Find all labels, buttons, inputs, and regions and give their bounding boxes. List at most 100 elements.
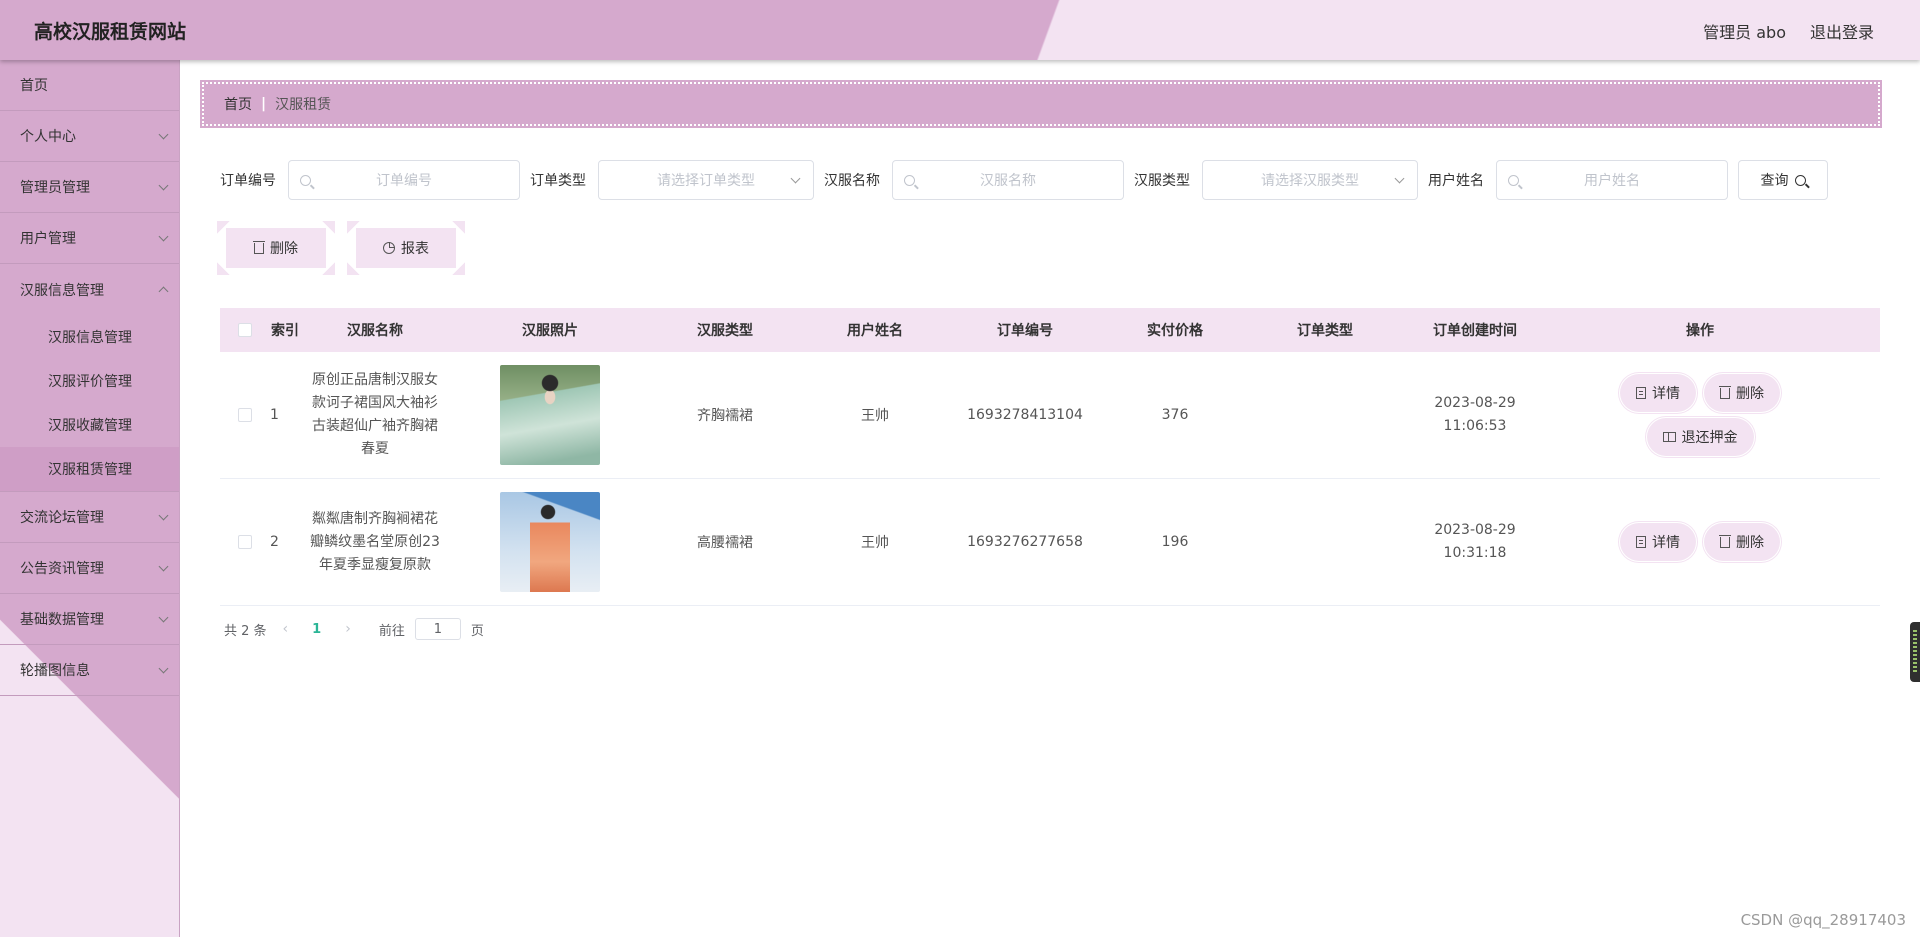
app-title: 高校汉服租赁网站	[34, 21, 187, 43]
sidebar-item-label: 轮播图信息	[20, 663, 90, 679]
row-time-cell: 2023-08-29 11:06:53	[1400, 392, 1550, 438]
header-hanfu-photo: 汉服照片	[522, 323, 578, 339]
batch-delete-button[interactable]: 删除	[217, 221, 335, 275]
sidebar-subitem-hanfu-review[interactable]: 汉服评价管理	[0, 359, 179, 403]
row-photo-cell	[450, 492, 650, 592]
row-hanfu-name: 原创正品唐制汉服女款诃子裙国风大袖衫古装超仙广袖齐胸裙春夏	[312, 372, 438, 457]
search-icon	[904, 175, 915, 186]
header-order-no: 订单编号	[997, 323, 1053, 339]
sidebar-item-personal-center[interactable]: 个人中心	[0, 111, 179, 162]
sidebar-subitem-hanfu-info[interactable]: 汉服信息管理	[0, 315, 179, 359]
delete-button[interactable]: 删除	[1706, 525, 1778, 559]
detail-button[interactable]: 详情	[1622, 525, 1694, 559]
sidebar-item-label: 管理员管理	[20, 180, 90, 196]
search-bar: 订单编号 订单编号 订单类型 请选择订单类型 汉服名称 汉服名称 汉服类型 请选…	[220, 160, 1828, 200]
sidebar-item-label: 交流论坛管理	[20, 510, 104, 526]
chevron-down-icon	[158, 612, 169, 622]
sidebar-item-news-management[interactable]: 公告资讯管理	[0, 543, 179, 594]
hanfu-type-label: 汉服类型	[1134, 173, 1190, 189]
row-checkbox[interactable]	[238, 535, 252, 549]
query-button[interactable]: 查询	[1738, 160, 1828, 200]
chevron-down-icon	[158, 510, 169, 520]
sidebar-item-home[interactable]: 首页	[0, 60, 179, 111]
order-no-input[interactable]: 订单编号	[288, 160, 520, 200]
goto-page-input[interactable]: 1	[414, 618, 461, 640]
refund-deposit-button[interactable]: 退还押金	[1648, 420, 1752, 454]
trash-icon	[1718, 385, 1731, 399]
sidebar-item-admin-management[interactable]: 管理员管理	[0, 162, 179, 213]
detail-label: 详情	[1652, 535, 1680, 551]
breadcrumb: 首页 | 汉服租赁	[200, 80, 1882, 128]
query-button-label: 查询	[1760, 173, 1789, 189]
row-price: 376	[1161, 407, 1189, 423]
chevron-down-icon	[158, 231, 169, 241]
sidebar-subitem-hanfu-favorite[interactable]: 汉服收藏管理	[0, 403, 179, 447]
row-order-no: 1693278413104	[967, 407, 1083, 423]
side-toolbar-handle[interactable]	[1910, 622, 1920, 682]
admin-user-label[interactable]: 管理员 abo	[1703, 19, 1786, 43]
row-time-cell: 2023-08-29 10:31:18	[1400, 519, 1550, 565]
trash-icon	[252, 240, 265, 254]
row-name-cell: 原创正品唐制汉服女款诃子裙国风大袖衫古装超仙广袖齐胸裙春夏	[300, 369, 450, 461]
sidebar-subitem-hanfu-rental[interactable]: 汉服租赁管理	[0, 447, 179, 491]
select-all-checkbox[interactable]	[238, 323, 252, 337]
user-name-placeholder: 用户姓名	[1584, 173, 1640, 189]
sidebar-item-hanfu-info-management[interactable]: 汉服信息管理	[0, 264, 179, 315]
order-type-label: 订单类型	[530, 173, 586, 189]
detail-button[interactable]: 详情	[1622, 376, 1694, 410]
delete-label: 删除	[1736, 535, 1764, 551]
report-button[interactable]: 报表	[347, 221, 465, 275]
page-number-1[interactable]: 1	[304, 622, 329, 637]
chevron-down-icon	[158, 663, 169, 673]
hanfu-photo[interactable]	[500, 492, 600, 592]
chevron-down-icon	[790, 173, 801, 184]
header-order-type: 订单类型	[1297, 323, 1353, 339]
order-no-label: 订单编号	[220, 173, 276, 189]
order-type-placeholder: 请选择订单类型	[657, 173, 755, 189]
pagination-total: 共 2 条	[224, 623, 267, 639]
header-price: 实付价格	[1147, 323, 1203, 339]
sidebar-item-basic-data-management[interactable]: 基础数据管理	[0, 594, 179, 645]
header-checkbox-cell	[220, 323, 270, 337]
next-page-button[interactable]: ›	[339, 621, 357, 637]
row-hanfu-name: 粼粼唐制齐胸裥裙花瓣鳞纹墨名堂原创23年夏季显瘦复原款	[310, 510, 440, 573]
header-index: 索引	[271, 323, 299, 339]
search-icon	[300, 175, 311, 186]
sidebar-item-label: 公告资讯管理	[20, 561, 104, 577]
row-name-cell: 粼粼唐制齐胸裥裙花瓣鳞纹墨名堂原创23年夏季显瘦复原款	[300, 508, 450, 577]
sidebar-item-label: 汉服信息管理	[20, 282, 104, 299]
breadcrumb-home[interactable]: 首页	[224, 94, 252, 114]
header-created-time: 订单创建时间	[1433, 323, 1517, 339]
hanfu-type-placeholder: 请选择汉服类型	[1261, 173, 1359, 189]
row-operations: 详情 删除	[1550, 525, 1850, 559]
sidebar-item-label: 个人中心	[20, 129, 76, 145]
sidebar-item-carousel-info[interactable]: 轮播图信息	[0, 645, 179, 696]
main-content: 首页 | 汉服租赁 订单编号 订单编号 订单类型 请选择订单类型 汉服名称 汉服…	[180, 60, 1920, 937]
logout-link[interactable]: 退出登录	[1810, 19, 1874, 43]
chevron-up-icon	[158, 286, 169, 297]
header-operations: 操作	[1686, 323, 1714, 339]
sidebar-item-user-management[interactable]: 用户管理	[0, 213, 179, 264]
table-row: 2 粼粼唐制齐胸裥裙花瓣鳞纹墨名堂原创23年夏季显瘦复原款 高腰襦裙 王帅 16…	[220, 479, 1880, 606]
hanfu-photo[interactable]	[500, 365, 600, 465]
sidebar-item-label: 基础数据管理	[20, 612, 104, 628]
trash-icon	[1718, 534, 1731, 548]
order-type-select[interactable]: 请选择订单类型	[598, 160, 814, 200]
prev-page-button[interactable]: ‹	[277, 621, 295, 637]
sidebar-item-forum-management[interactable]: 交流论坛管理	[0, 492, 179, 543]
watermark: CSDN @qq_28917403	[1740, 911, 1906, 929]
row-checkbox[interactable]	[238, 408, 252, 422]
breadcrumb-current: 汉服租赁	[275, 97, 332, 113]
user-name-input[interactable]: 用户姓名	[1496, 160, 1728, 200]
book-icon	[1662, 432, 1676, 442]
delete-button[interactable]: 删除	[1706, 376, 1778, 410]
row-index: 2	[270, 534, 279, 550]
breadcrumb-separator: |	[261, 96, 267, 112]
hanfu-name-input[interactable]: 汉服名称	[892, 160, 1124, 200]
row-checkbox-cell	[220, 535, 270, 549]
hanfu-type-select[interactable]: 请选择汉服类型	[1202, 160, 1418, 200]
row-order-no: 1693276277658	[967, 534, 1083, 550]
row-hanfu-type: 高腰襦裙	[697, 535, 753, 551]
search-icon	[1508, 175, 1519, 186]
document-icon	[1636, 536, 1646, 548]
